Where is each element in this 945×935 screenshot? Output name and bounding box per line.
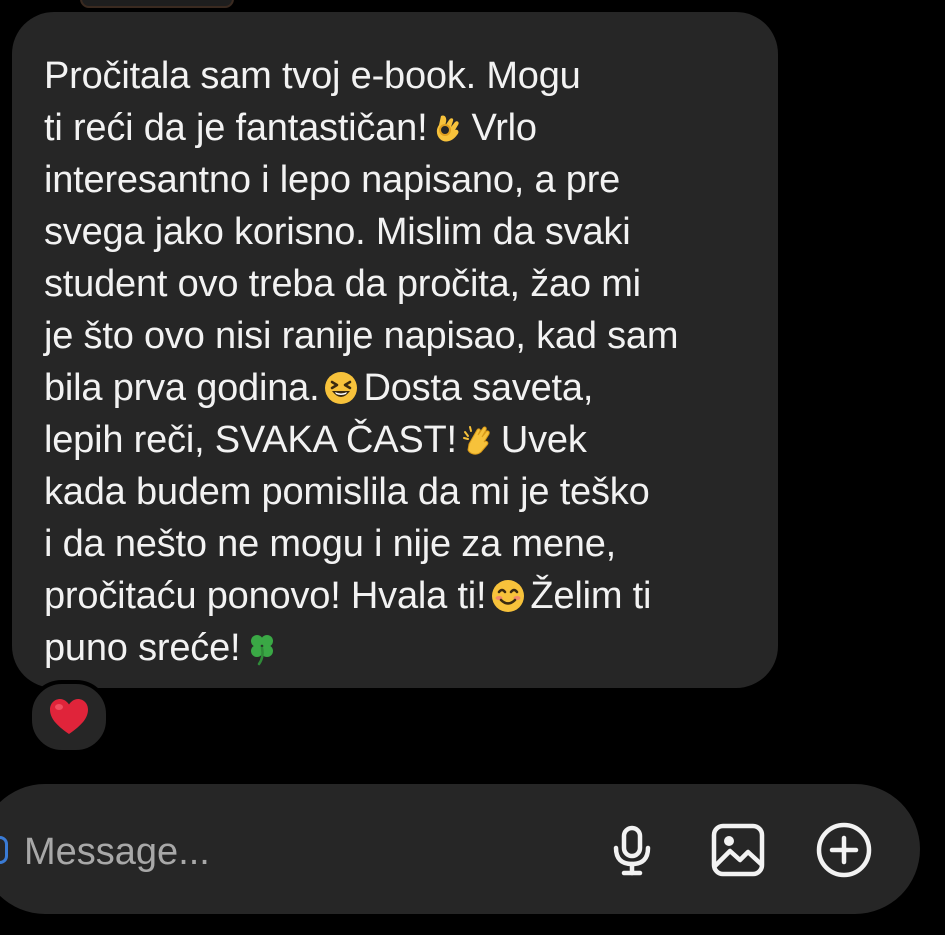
message-line: lepih reči, SVAKA ČAST! Uvek bbox=[44, 419, 587, 461]
add-circle-icon bbox=[816, 822, 872, 878]
message-line: ti reći da je fantastičan! Vrlo bbox=[44, 107, 537, 149]
previous-message-edge bbox=[80, 0, 234, 8]
received-message-bubble[interactable]: Pročitala sam tvoj e-book. Mogu ti reći … bbox=[12, 12, 778, 688]
message-line: student ovo treba da pročita, žao mi bbox=[44, 263, 641, 305]
smiling-emoji bbox=[490, 578, 526, 614]
message-input[interactable] bbox=[24, 822, 584, 882]
add-button[interactable] bbox=[812, 818, 876, 882]
message-line: i da nešto ne mogu i nije za mene, bbox=[44, 523, 616, 565]
red-heart-icon bbox=[50, 699, 88, 734]
heart-reaction[interactable] bbox=[28, 680, 110, 754]
message-line: kada budem pomislila da mi je teško bbox=[44, 471, 650, 513]
four-leaf-clover-emoji bbox=[244, 630, 280, 666]
gallery-button[interactable] bbox=[706, 818, 770, 882]
message-line: interesantno i lepo napisano, a pre bbox=[44, 159, 621, 201]
message-line: bila prva godina. Dosta saveta, bbox=[44, 367, 594, 409]
image-icon bbox=[711, 823, 765, 877]
camera-icon[interactable] bbox=[0, 836, 8, 864]
message-line: je što ovo nisi ranije napisao, kad sam bbox=[44, 315, 679, 357]
ok-hand-emoji bbox=[431, 110, 467, 146]
microphone-button[interactable] bbox=[600, 818, 664, 882]
clapping-hands-emoji bbox=[461, 422, 497, 458]
message-line: pročitaću ponovo! Hvala ti! Želim ti bbox=[44, 575, 652, 617]
laughing-emoji bbox=[323, 370, 359, 406]
message-line: svega jako korisno. Mislim da svaki bbox=[44, 211, 631, 253]
microphone-icon bbox=[613, 825, 651, 876]
chat-screen: Pročitala sam tvoj e-book. Mogu ti reći … bbox=[0, 0, 945, 935]
message-line: Pročitala sam tvoj e-book. Mogu bbox=[44, 55, 581, 97]
message-line: puno sreće! bbox=[44, 622, 758, 674]
